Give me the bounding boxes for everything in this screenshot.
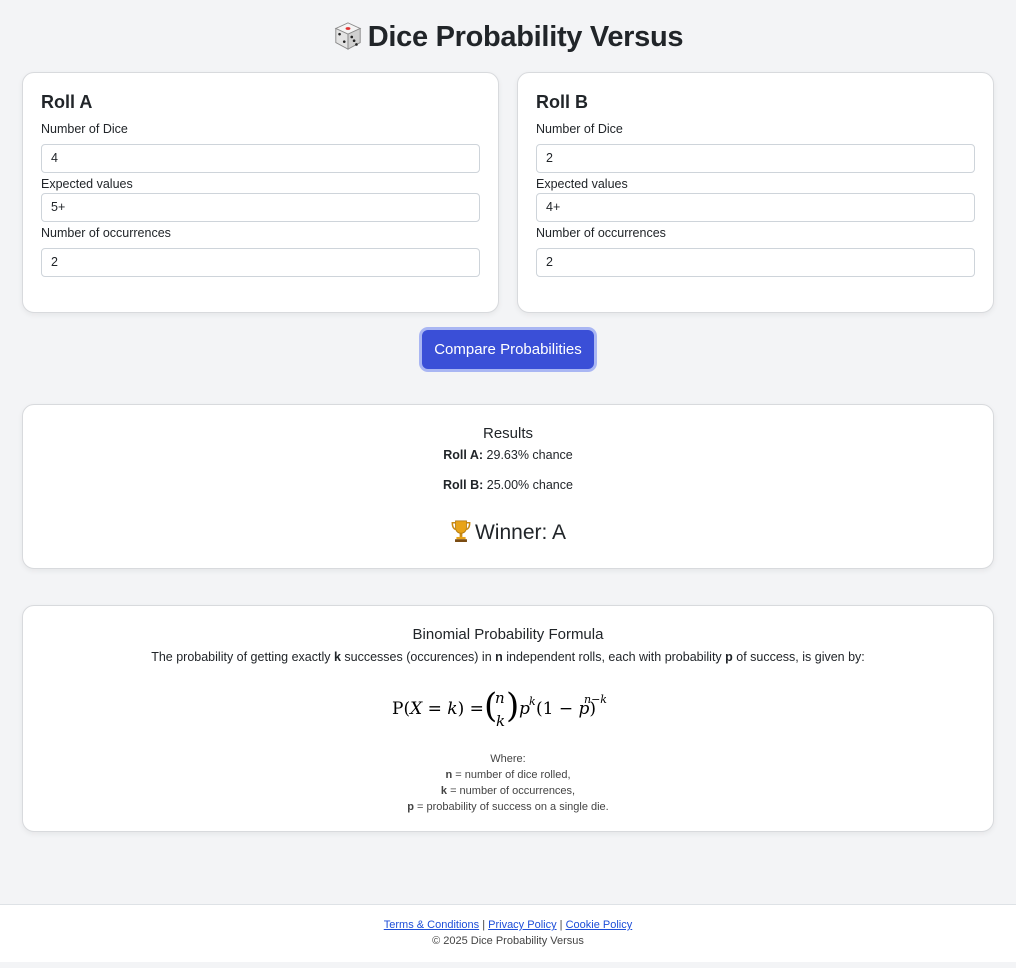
svg-text:): ) xyxy=(506,686,519,726)
roll-b-dice-label: Number of Dice xyxy=(536,122,623,136)
roll-b-result-label: Roll B: xyxy=(443,478,484,492)
winner-label: Winner: A xyxy=(474,521,567,544)
footer-links: Terms & Conditions | Privacy Policy | Co… xyxy=(0,918,1016,932)
footer: Terms & Conditions | Privacy Policy | Co… xyxy=(0,904,1016,962)
p-text: = probability of success on a single die… xyxy=(413,801,609,813)
formula-legend: Where: n = number of dice rolled, k = nu… xyxy=(23,751,993,815)
roll-a-occurrences-input[interactable]: 2 xyxy=(41,248,480,277)
desc-p: p xyxy=(725,650,733,664)
desc-k: k xyxy=(333,650,341,664)
svg-text:n−k: n−k xyxy=(584,693,607,706)
page-title: Dice Probability Versus xyxy=(0,18,1016,56)
roll-b-expected-label: Expected values xyxy=(536,177,628,191)
results-title: Results xyxy=(482,425,534,442)
roll-a-result-value: 29.63% chance xyxy=(486,448,573,462)
desc-n: n xyxy=(495,650,503,664)
roll-a-title: Roll A xyxy=(41,92,93,112)
trophy-icon xyxy=(451,520,471,542)
page-title-text: Dice Probability Versus xyxy=(367,21,684,53)
roll-b-card: Roll B Number of Dice 2 Expected values … xyxy=(517,72,994,313)
roll-b-occurrences-label: Number of occurrences xyxy=(536,226,666,240)
desc-part: The probability of getting exactly xyxy=(151,650,334,664)
k-definition: k = number of occurrences, xyxy=(23,783,993,799)
k-text: = number of occurrences, xyxy=(447,785,576,797)
roll-a-dice-input[interactable]: 4 xyxy=(41,144,480,173)
p-symbol: p xyxy=(407,801,414,813)
roll-a-result: Roll A: 29.63% chance xyxy=(23,448,993,462)
binomial-formula: P(X = k) = ( n k ) p k (1 − p) n−k xyxy=(23,681,993,735)
dice-icon xyxy=(334,22,362,50)
results-card: Results Roll A: 29.63% chance Roll B: 25… xyxy=(22,404,994,569)
roll-a-card: Roll A Number of Dice 4 Expected values … xyxy=(22,72,499,313)
where-label: Where: xyxy=(490,753,526,765)
footer-separator: | xyxy=(556,919,566,931)
desc-part: independent rolls, each with probability xyxy=(502,650,726,664)
formula-title: Binomial Probability Formula xyxy=(412,626,604,643)
n-definition: n = number of dice rolled, xyxy=(23,767,993,783)
roll-a-result-label: Roll A: xyxy=(443,448,484,462)
roll-a-occurrences-label: Number of occurrences xyxy=(41,226,171,240)
n-text: = number of dice rolled, xyxy=(452,769,571,781)
footer-separator: | xyxy=(479,919,489,931)
compare-probabilities-button[interactable]: Compare Probabilities xyxy=(422,330,594,369)
cookie-link[interactable]: Cookie Policy xyxy=(566,919,633,931)
roll-b-occurrences-input[interactable]: 2 xyxy=(536,248,975,277)
desc-part: successes (occurences) in xyxy=(340,650,496,664)
svg-text:P(X = k) =: P(X = k) = xyxy=(392,699,484,719)
roll-b-result: Roll B: 25.00% chance xyxy=(23,478,993,492)
copyright: © 2025 Dice Probability Versus xyxy=(432,935,584,947)
roll-b-title: Roll B xyxy=(536,92,588,112)
svg-text:k: k xyxy=(529,695,536,708)
terms-link[interactable]: Terms & Conditions xyxy=(384,919,479,931)
roll-a-expected-label: Expected values xyxy=(41,177,133,191)
winner-text: Winner: A xyxy=(23,519,993,545)
roll-a-dice-label: Number of Dice xyxy=(41,122,128,136)
roll-b-expected-input[interactable]: 4+ xyxy=(536,193,975,222)
p-definition: p = probability of success on a single d… xyxy=(23,799,993,815)
svg-text:k: k xyxy=(496,712,505,730)
formula-card: Binomial Probability Formula The probabi… xyxy=(22,605,994,832)
roll-a-expected-input[interactable]: 5+ xyxy=(41,193,480,222)
formula-description: The probability of getting exactly k suc… xyxy=(23,650,993,664)
desc-part: of success, is given by: xyxy=(732,650,865,664)
roll-b-result-value: 25.00% chance xyxy=(486,478,573,492)
roll-b-dice-input[interactable]: 2 xyxy=(536,144,975,173)
svg-text:n: n xyxy=(495,689,505,707)
privacy-link[interactable]: Privacy Policy xyxy=(488,919,556,931)
